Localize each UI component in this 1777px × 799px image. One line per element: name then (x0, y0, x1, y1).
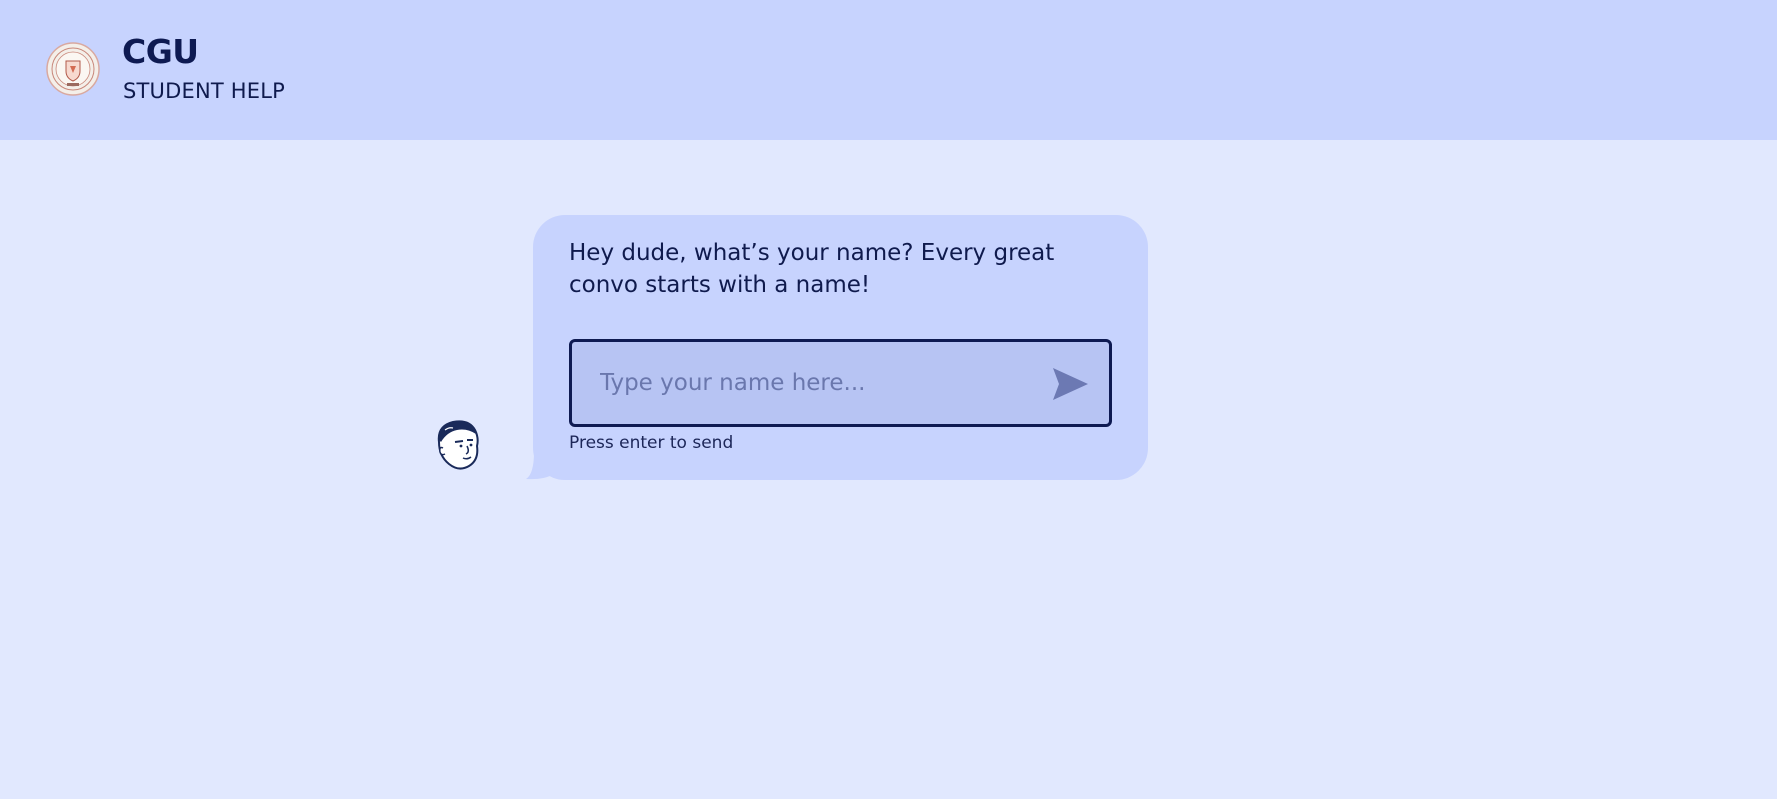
bot-prompt-message: Hey dude, what’s your name? Every great … (569, 240, 1055, 298)
send-arrow-icon (1053, 368, 1088, 400)
brand-subtitle: STUDENT HELP (123, 79, 286, 103)
name-input[interactable] (600, 362, 1020, 404)
name-input-box (569, 339, 1112, 427)
chat-bubble: Hey dude, what’s your name? Every great … (533, 215, 1148, 480)
brand-title: CGU (122, 32, 199, 71)
send-button[interactable] (1050, 366, 1090, 402)
university-seal-icon (46, 42, 100, 96)
send-hint: Press enter to send (569, 433, 734, 453)
app-header: CGU STUDENT HELP (0, 0, 1777, 140)
cartoon-face-avatar-icon (437, 420, 479, 470)
